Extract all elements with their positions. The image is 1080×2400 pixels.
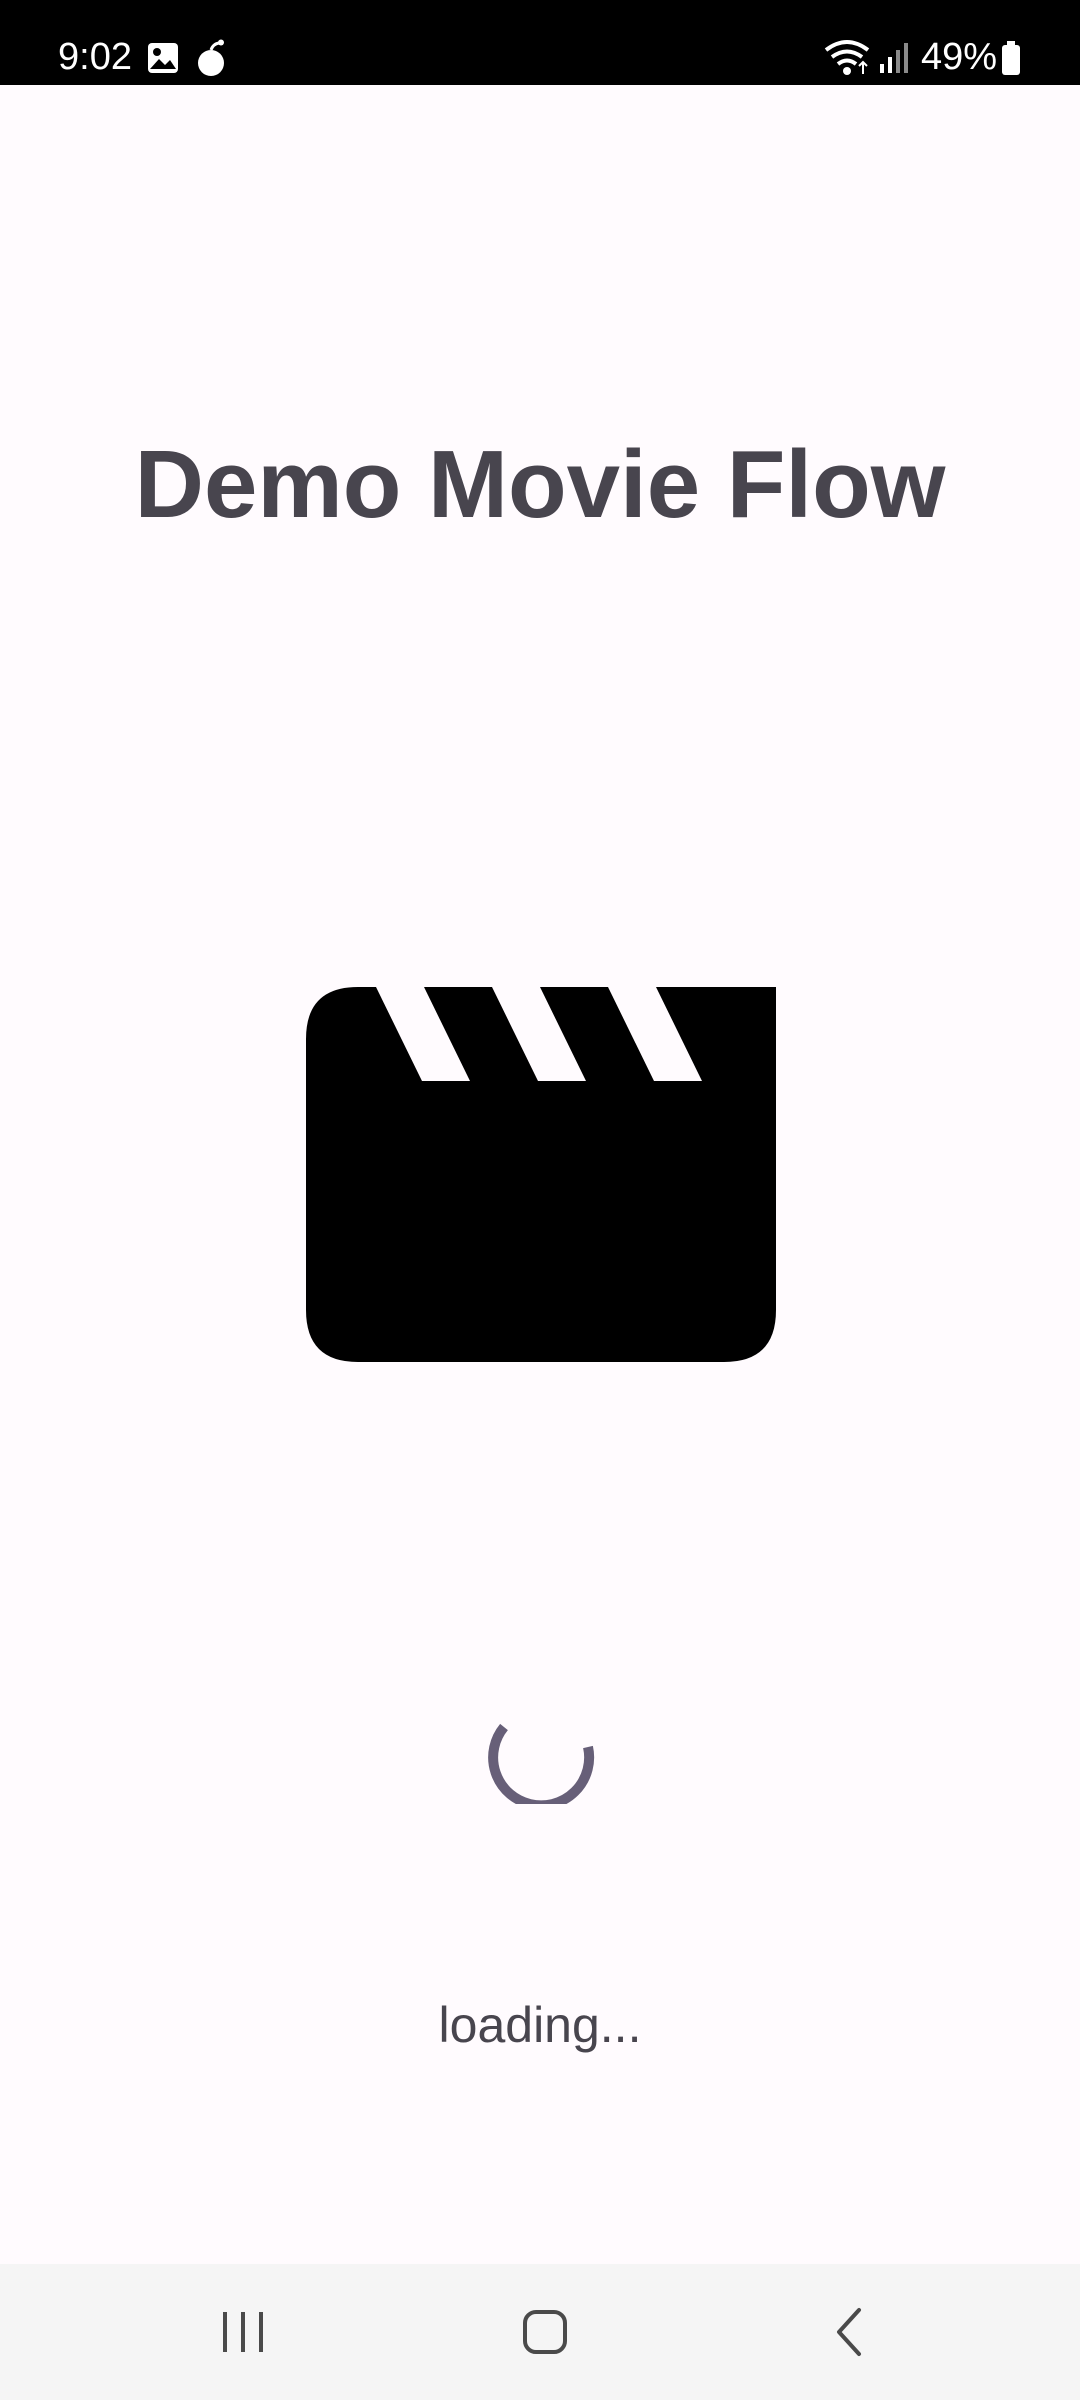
movie-clapperboard-icon [306, 987, 776, 1362]
loading-spinner [488, 1723, 595, 1804]
gallery-icon [148, 43, 178, 73]
battery-icon [1002, 41, 1020, 75]
home-icon [523, 2310, 567, 2354]
loading-text: loading... [438, 1997, 642, 2053]
battery-percentage: 49% [921, 36, 998, 78]
navigation-bar [0, 2264, 1080, 2400]
home-button[interactable] [465, 2264, 625, 2400]
status-bar: 9:02 49% [0, 0, 1080, 85]
wifi-icon [824, 40, 870, 75]
status-time: 9:02 [58, 36, 132, 78]
back-button[interactable] [769, 2264, 929, 2400]
recent-apps-button[interactable] [163, 2264, 323, 2400]
signal-icon [880, 43, 908, 73]
notification-bomb-icon [198, 39, 224, 76]
recent-apps-icon [223, 2312, 263, 2352]
back-icon [837, 2308, 861, 2356]
app-title: Demo Movie Flow [134, 431, 946, 538]
